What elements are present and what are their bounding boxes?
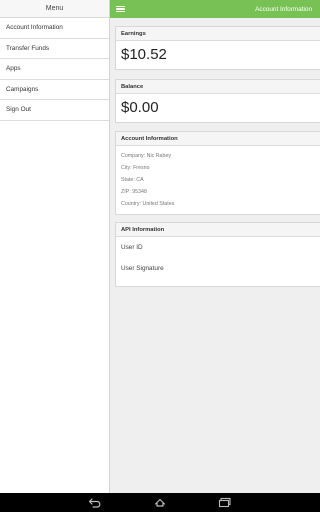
user-signature-label: User Signature	[121, 265, 164, 272]
earnings-value: $10.52	[121, 46, 167, 63]
company-line: Company: Nic Rabey	[121, 153, 172, 159]
home-icon[interactable]	[153, 497, 167, 508]
menu-item-apps[interactable]: Apps	[0, 59, 109, 80]
account-information-card: Account Information Company: Nic Rabey C…	[115, 131, 320, 215]
earnings-heading: Earnings	[116, 27, 320, 41]
user-id-label: User ID	[121, 244, 143, 251]
page-title: Account Information	[255, 5, 312, 13]
system-navigation-bar	[0, 493, 320, 512]
balance-card: Balance $0.00	[115, 79, 320, 123]
balance-heading: Balance	[116, 80, 320, 94]
hamburger-icon[interactable]	[116, 5, 125, 13]
back-icon[interactable]	[88, 497, 102, 508]
menu-item-campaigns[interactable]: Campaigns	[0, 80, 109, 100]
city-line: City: Fresno	[121, 165, 150, 171]
drawer-title: Menu	[0, 0, 109, 18]
menu-item-transfer-funds[interactable]: Transfer Funds	[0, 39, 109, 59]
country-line: Country: United States	[121, 201, 175, 207]
zip-line: ZIP: 95348	[121, 189, 147, 195]
app-bar: Account Information	[110, 0, 320, 18]
balance-value: $0.00	[121, 99, 159, 116]
recent-apps-icon[interactable]	[218, 497, 232, 508]
menu-item-sign-out[interactable]: Sign Out	[0, 100, 109, 121]
main-content: Account Information Earnings $10.52 Bala…	[110, 0, 320, 493]
earnings-card: Earnings $10.52	[115, 26, 320, 70]
account-information-heading: Account Information	[116, 132, 320, 146]
api-information-card: API Information User ID User Signature	[115, 222, 320, 287]
menu-item-account-information[interactable]: Account Information	[0, 18, 109, 39]
api-information-heading: API Information	[116, 223, 320, 237]
state-line: State: CA	[121, 177, 144, 183]
navigation-drawer: Menu Account Information Transfer Funds …	[0, 0, 110, 493]
